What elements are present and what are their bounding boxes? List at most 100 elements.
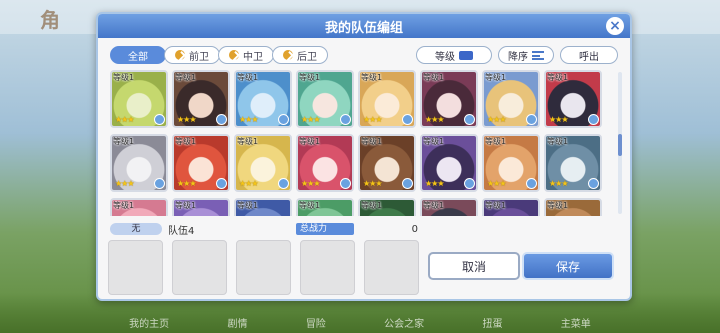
character-card[interactable]: 等级1★★★ bbox=[234, 198, 292, 216]
character-card[interactable]: 等级1 ★★★ bbox=[420, 134, 478, 192]
check-icon bbox=[229, 50, 239, 60]
team-slot-1[interactable] bbox=[108, 240, 163, 295]
close-button[interactable]: × bbox=[606, 17, 624, 35]
nav-item[interactable]: 冒险 bbox=[306, 315, 326, 331]
team-slot-3[interactable] bbox=[236, 240, 291, 295]
tab-middle[interactable]: 中卫 bbox=[218, 46, 274, 64]
power-label: 总战力 bbox=[296, 223, 354, 235]
star-rating: ★★★ bbox=[487, 115, 506, 124]
star-rating: ★★★ bbox=[177, 179, 196, 188]
level-label: 等级1 bbox=[237, 73, 259, 82]
rank-icon bbox=[154, 178, 165, 189]
nav-item[interactable]: 我的主页 bbox=[129, 315, 169, 331]
nav-item[interactable]: 主菜单 bbox=[561, 315, 591, 331]
star-rating: ★★★ bbox=[363, 179, 382, 188]
level-label: 等级1 bbox=[113, 73, 135, 82]
rank-icon bbox=[464, 178, 475, 189]
rank-icon bbox=[216, 178, 227, 189]
dialog-titlebar: 我的队伍编组 × bbox=[98, 14, 630, 38]
level-label: 等级1 bbox=[361, 201, 383, 210]
tab-label: 后卫 bbox=[297, 51, 317, 63]
character-card[interactable]: 等级1★★★ bbox=[358, 70, 416, 128]
level-label: 等级1 bbox=[547, 137, 569, 146]
team-slot-4[interactable] bbox=[300, 240, 355, 295]
level-label: 等级1 bbox=[361, 73, 383, 82]
star-rating: ★★★ bbox=[177, 115, 196, 124]
character-card[interactable]: 等级1★★★ bbox=[172, 70, 230, 128]
character-card[interactable]: 等级1 ★★★ bbox=[234, 134, 292, 192]
tab-back[interactable]: 后卫 bbox=[272, 46, 328, 64]
level-label: 等级1 bbox=[299, 137, 321, 146]
character-card[interactable]: 等级1 ★★★ bbox=[110, 70, 168, 128]
rank-icon bbox=[588, 178, 599, 189]
character-card[interactable]: 等级1★★★ bbox=[172, 198, 230, 216]
character-card[interactable]: 等级1 ★★★ bbox=[482, 70, 540, 128]
character-card[interactable]: 等级1★★★ bbox=[172, 134, 230, 192]
star-rating: ★★★ bbox=[301, 179, 320, 188]
level-label: 等级1 bbox=[485, 137, 507, 146]
scrollbar-thumb[interactable] bbox=[618, 134, 622, 156]
star-rating: ★★★ bbox=[425, 179, 444, 188]
character-card[interactable]: 等级1★★★ bbox=[420, 198, 478, 216]
call-label: 呼出 bbox=[579, 51, 599, 63]
rank-icon bbox=[526, 178, 537, 189]
nav-item[interactable]: 扭蛋 bbox=[482, 315, 502, 331]
leader-badge: 无 bbox=[110, 223, 162, 235]
character-card[interactable]: 等级1★★★ bbox=[544, 198, 602, 216]
dialog-title: 我的队伍编组 bbox=[324, 20, 403, 36]
rank-icon bbox=[278, 178, 289, 189]
level-label: 等级1 bbox=[423, 137, 445, 146]
roster-scrollbar[interactable] bbox=[618, 72, 622, 214]
star-rating: ★★★ bbox=[115, 115, 134, 124]
rank-icon bbox=[216, 114, 227, 125]
rank-icon bbox=[154, 114, 165, 125]
character-card[interactable]: 等级1★★★ bbox=[482, 198, 540, 216]
rank-icon bbox=[402, 114, 413, 125]
character-card[interactable]: 等级1★★★ bbox=[110, 198, 168, 216]
star-rating: ★★★ bbox=[239, 115, 258, 124]
save-label: 保存 bbox=[555, 259, 580, 274]
character-card[interactable]: 等级1 ★★★ bbox=[544, 134, 602, 192]
tab-label: 中卫 bbox=[243, 51, 263, 63]
nav-item[interactable]: 剧情 bbox=[227, 315, 247, 331]
level-label: 等级1 bbox=[175, 201, 197, 210]
level-label: 等级1 bbox=[237, 201, 259, 210]
level-label: 等级1 bbox=[423, 73, 445, 82]
character-card[interactable]: 等级1★★★ bbox=[296, 70, 354, 128]
team-slot-2[interactable] bbox=[172, 240, 227, 295]
character-card[interactable]: 等级1 ★★★ bbox=[234, 70, 292, 128]
character-card[interactable]: 等级1★★★ bbox=[544, 70, 602, 128]
character-card[interactable]: 等级1★★★ bbox=[296, 198, 354, 216]
rank-icon bbox=[278, 114, 289, 125]
tab-front[interactable]: 前卫 bbox=[164, 46, 220, 64]
power-value: 0 bbox=[411, 223, 418, 235]
star-rating: ★★★ bbox=[239, 179, 258, 188]
position-filter-tabs: 全部 前卫 中卫 后卫 bbox=[110, 46, 328, 64]
tab-label: 全部 bbox=[128, 51, 148, 63]
call-button[interactable]: 呼出 bbox=[560, 46, 618, 64]
level-label: 等级1 bbox=[113, 137, 135, 146]
nav-item[interactable]: 公会之家 bbox=[384, 315, 424, 331]
sort-by-button[interactable]: 等级 bbox=[416, 46, 492, 64]
character-card[interactable]: 等级1★★★ bbox=[482, 134, 540, 192]
save-button[interactable]: 保存 bbox=[522, 252, 614, 280]
tab-label: 前卫 bbox=[189, 51, 209, 63]
character-card[interactable]: 等级1 ★★★ bbox=[296, 134, 354, 192]
order-button[interactable]: 降序 bbox=[498, 46, 554, 64]
character-card[interactable]: 等级1★★★ bbox=[420, 70, 478, 128]
tab-all[interactable]: 全部 bbox=[110, 46, 166, 64]
check-icon bbox=[283, 50, 293, 60]
character-card[interactable]: 等级1★★★ bbox=[358, 134, 416, 192]
level-label: 等级1 bbox=[485, 201, 507, 210]
level-label: 等级1 bbox=[485, 73, 507, 82]
team-slots bbox=[108, 240, 419, 295]
character-card[interactable]: 等级1★★★ bbox=[110, 134, 168, 192]
star-rating: ★★★ bbox=[549, 179, 568, 188]
team-slot-5[interactable] bbox=[364, 240, 419, 295]
star-rating: ★★★ bbox=[301, 115, 320, 124]
cancel-button[interactable]: 取消 bbox=[428, 252, 520, 280]
character-card[interactable]: 等级1★★★ bbox=[358, 198, 416, 216]
level-icon bbox=[459, 50, 473, 60]
level-label: 等级1 bbox=[237, 137, 259, 146]
level-label: 等级1 bbox=[113, 201, 135, 210]
